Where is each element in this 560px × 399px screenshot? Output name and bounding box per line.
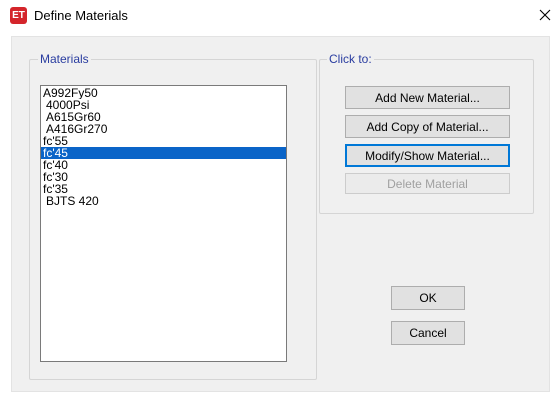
materials-listbox[interactable]: A992Fy50 4000Psi A615Gr60 A416Gr270 fc'55 fc'… — [40, 85, 287, 362]
material-list-item[interactable]: fc'55 — [41, 135, 286, 147]
title-bar: ET Define Materials — [0, 0, 560, 32]
materials-group-label: Materials — [38, 52, 91, 66]
modify-show-material-button[interactable]: Modify/Show Material... — [345, 144, 510, 167]
material-list-item[interactable]: fc'30 — [41, 171, 286, 183]
material-list-item[interactable]: A615Gr60 — [41, 111, 286, 123]
close-button[interactable] — [530, 0, 560, 30]
material-list-item[interactable]: fc'45 — [41, 147, 286, 159]
ok-button[interactable]: OK — [391, 286, 465, 310]
material-list-item[interactable]: 4000Psi — [41, 99, 286, 111]
material-list-item[interactable]: BJTS 420 — [41, 195, 286, 207]
cancel-button[interactable]: Cancel — [391, 321, 465, 345]
delete-material-button: Delete Material — [345, 173, 510, 194]
close-icon — [539, 9, 551, 21]
material-list-item[interactable]: fc'40 — [41, 159, 286, 171]
add-copy-material-button[interactable]: Add Copy of Material... — [345, 115, 510, 138]
material-list-item[interactable]: fc'35 — [41, 183, 286, 195]
material-list-item[interactable]: A416Gr270 — [41, 123, 286, 135]
add-new-material-button[interactable]: Add New Material... — [345, 86, 510, 109]
material-list-item[interactable]: A992Fy50 — [41, 87, 286, 99]
window-title: Define Materials — [34, 8, 128, 23]
click-to-group-label: Click to: — [327, 52, 374, 66]
etabs-app-icon: ET — [10, 7, 27, 24]
